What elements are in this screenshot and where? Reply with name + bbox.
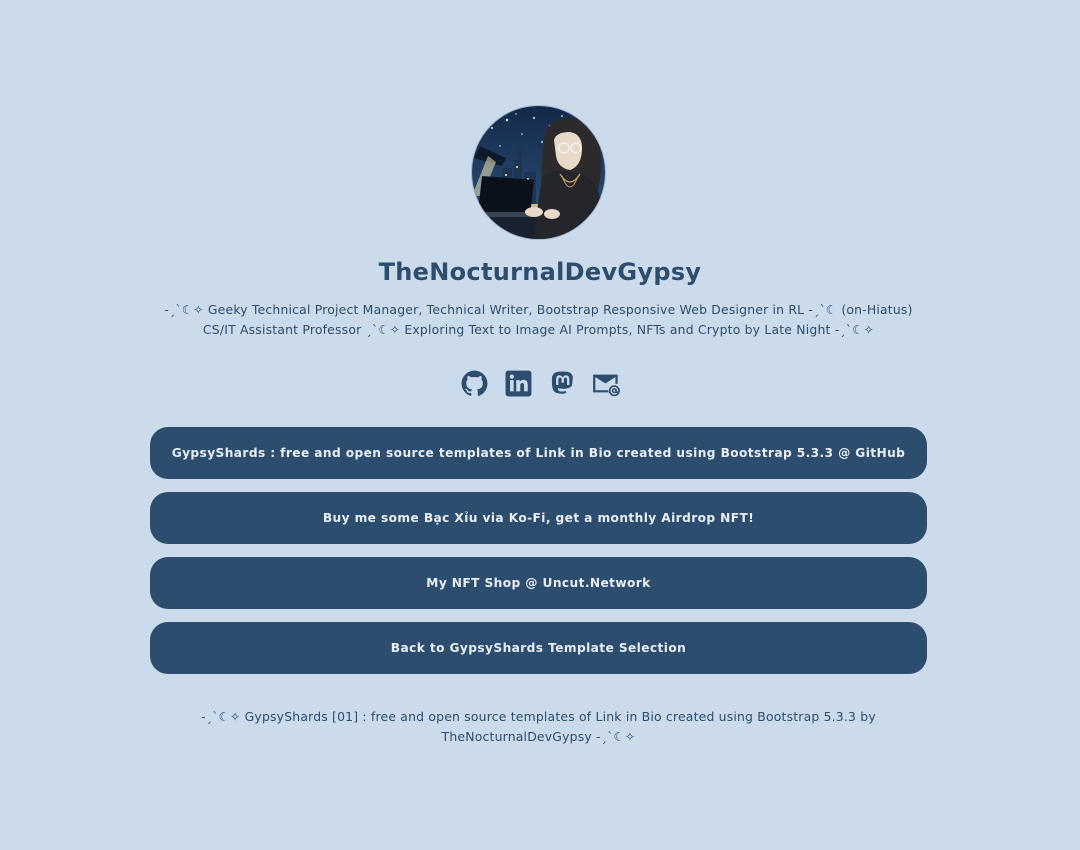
profile-name: TheNocturnalDevGypsy	[378, 258, 702, 286]
email-icon	[592, 374, 620, 397]
link-list: GypsyShards : free and open source templ…	[150, 427, 927, 687]
link-button-ko-fi[interactable]: Buy me some Bạc Xỉu via Ko-Fi, get a mon…	[150, 492, 927, 544]
social-links	[0, 369, 1080, 399]
linkedin-link[interactable]	[504, 369, 533, 398]
profile-bio: -ˏˋ☾✧ Geeky Technical Project Manager, T…	[164, 302, 913, 337]
avatar	[472, 106, 605, 239]
mastodon-icon	[551, 371, 573, 394]
avatar-illustration	[472, 106, 605, 239]
email-link[interactable]	[592, 369, 621, 398]
linkedin-icon	[505, 370, 531, 397]
link-button-github-templates[interactable]: GypsyShards : free and open source templ…	[150, 427, 927, 479]
link-button-template-selection[interactable]: Back to GypsyShards Template Selection	[150, 622, 927, 674]
github-icon	[461, 370, 487, 396]
mastodon-link[interactable]	[548, 369, 577, 398]
footer-text: -ˏˋ☾✧ GypsyShards [01] : free and open s…	[201, 709, 876, 744]
link-button-nft-shop[interactable]: My NFT Shop @ Uncut.Network	[150, 557, 927, 609]
link-in-bio-page: TheNocturnalDevGypsy -ˏˋ☾✧ Geeky Technic…	[0, 0, 1080, 850]
github-link[interactable]	[460, 369, 489, 398]
